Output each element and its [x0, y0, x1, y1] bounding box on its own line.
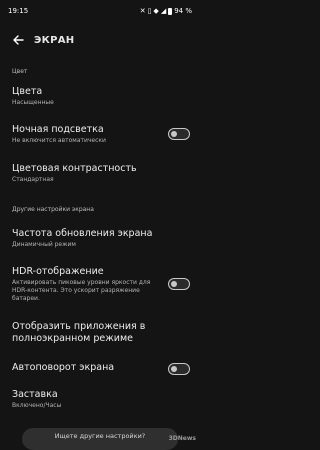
- setting-refresh-rate-subtitle: Динамичный режим: [12, 241, 76, 248]
- setting-color-contrast[interactable]: Цветовая контрастность Стандартная: [0, 163, 200, 184]
- search-settings-button[interactable]: Ищете другие настройки?: [22, 428, 178, 450]
- setting-colors-title: Цвета: [12, 86, 43, 97]
- toggle-knob: [171, 131, 177, 137]
- hdr-toggle[interactable]: [168, 278, 190, 290]
- setting-color-contrast-subtitle: Стандартная: [12, 176, 54, 183]
- battery-icon: [168, 7, 173, 15]
- setting-refresh-rate[interactable]: Частота обновления экрана Динамичный реж…: [0, 228, 200, 249]
- setting-color-contrast-title: Цветовая контрастность: [12, 163, 137, 174]
- wifi-icon: ◆: [153, 6, 159, 15]
- status-bar: 19:15 ✕ ▯ ◆ ◢ 94 %: [0, 0, 200, 22]
- search-settings-label: Ищете другие настройки?: [54, 432, 146, 440]
- section-header-color: Цвет: [12, 68, 28, 75]
- vibrate-icon: ▯: [147, 6, 152, 15]
- toggle-knob: [171, 281, 177, 287]
- setting-auto-rotate-title: Автоповорот экрана: [12, 362, 115, 373]
- setting-screensaver[interactable]: Заставка Включено/Часы: [0, 389, 200, 410]
- arrow-left-icon: [13, 35, 24, 45]
- setting-fullscreen-apps-title: Отобразить приложения в полноэкранном ре…: [12, 321, 146, 344]
- setting-refresh-rate-title: Частота обновления экрана: [12, 228, 153, 239]
- setting-screensaver-title: Заставка: [12, 389, 58, 400]
- section-header-other: Другие настройки экрана: [12, 206, 94, 213]
- status-time: 19:15: [8, 7, 29, 15]
- setting-fullscreen-apps[interactable]: Отобразить приложения в полноэкранном ре…: [0, 321, 200, 345]
- signal-icon: ◢: [160, 6, 167, 15]
- night-light-toggle[interactable]: [168, 128, 190, 140]
- page-title: ЭКРАН: [34, 34, 75, 46]
- setting-colors-subtitle: Насыщенные: [12, 99, 54, 106]
- toggle-knob: [171, 366, 177, 372]
- mute-icon: ✕: [139, 6, 146, 15]
- status-icons: ✕ ▯ ◆ ◢ 94 %: [139, 6, 192, 15]
- setting-screensaver-subtitle: Включено/Часы: [12, 402, 62, 409]
- setting-hdr-subtitle: Активировать пиковые уровни яркости для …: [12, 279, 151, 302]
- watermark-logo: 3DNews: [168, 435, 196, 442]
- app-bar: ЭКРАН: [0, 28, 200, 52]
- setting-hdr-title: HDR-отображение: [12, 266, 104, 277]
- setting-night-light-title: Ночная подсветка: [12, 124, 104, 135]
- setting-night-light-subtitle: Не включится автоматически: [12, 137, 106, 144]
- battery-percent: 94 %: [174, 6, 192, 15]
- auto-rotate-toggle[interactable]: [168, 363, 190, 375]
- setting-colors[interactable]: Цвета Насыщенные: [0, 86, 200, 107]
- back-button[interactable]: [6, 28, 30, 52]
